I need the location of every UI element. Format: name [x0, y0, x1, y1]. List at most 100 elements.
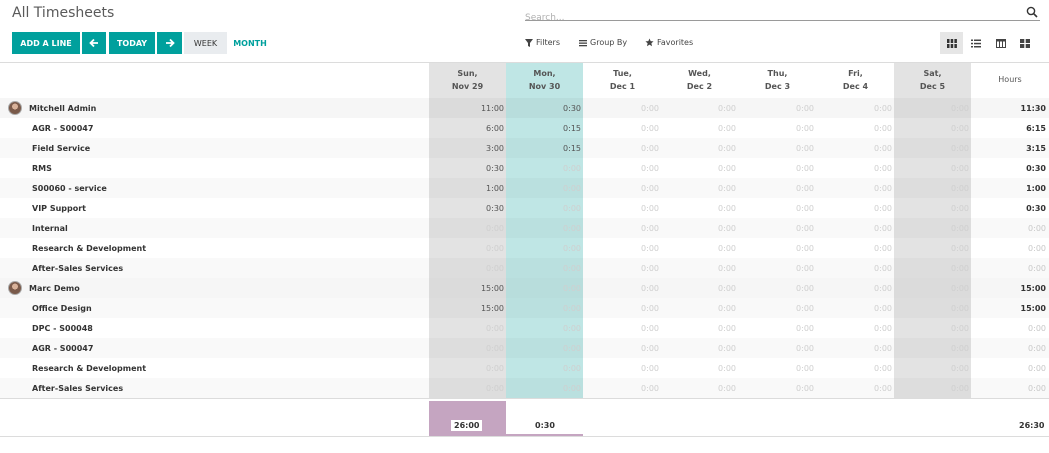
hours-cell[interactable]: 0:00 — [584, 144, 659, 153]
list-view-button[interactable] — [964, 32, 987, 54]
hours-cell[interactable]: 0:00 — [506, 364, 581, 373]
hours-cell[interactable]: 0:00 — [661, 384, 736, 393]
hours-cell[interactable]: 0:00 — [584, 204, 659, 213]
hours-cell[interactable]: 0:00 — [584, 104, 659, 113]
task-row[interactable]: RMS 0:30 0:00 0:00 0:00 0:00 0:00 0:00 0:30 — [0, 158, 1049, 178]
hours-cell[interactable]: 0:00 — [817, 324, 892, 333]
hours-cell[interactable]: 0:00 — [739, 344, 814, 353]
month-view-button[interactable]: MONTH — [229, 32, 271, 54]
hours-cell[interactable]: 0:00 — [817, 384, 892, 393]
hours-cell[interactable]: 0:00 — [894, 264, 969, 273]
hours-cell[interactable]: 0:00 — [817, 264, 892, 273]
filters-button[interactable]: Filters — [525, 38, 560, 47]
hours-cell[interactable]: 0:00 — [661, 284, 736, 293]
hours-cell[interactable]: 0:00 — [817, 364, 892, 373]
hours-cell[interactable]: 0:00 — [506, 384, 581, 393]
kanban-view-button[interactable] — [1013, 32, 1036, 54]
add-line-button[interactable]: ADD A LINE — [12, 32, 80, 54]
hours-cell[interactable]: 0:00 — [584, 184, 659, 193]
hours-cell[interactable]: 11:00 — [429, 104, 504, 113]
hours-cell[interactable]: 0:00 — [817, 204, 892, 213]
hours-cell[interactable]: 0:00 — [506, 204, 581, 213]
hours-cell[interactable]: 0:00 — [894, 304, 969, 313]
hours-cell[interactable]: 0:00 — [817, 124, 892, 133]
hours-cell[interactable]: 0:00 — [661, 104, 736, 113]
hours-cell[interactable]: 6:00 — [429, 124, 504, 133]
hours-cell[interactable]: 0:00 — [739, 384, 814, 393]
week-view-button[interactable]: WEEK — [184, 32, 227, 54]
hours-cell[interactable]: 0:00 — [894, 244, 969, 253]
hours-cell[interactable]: 0:00 — [429, 244, 504, 253]
hours-cell[interactable]: 0:00 — [506, 344, 581, 353]
hours-cell[interactable]: 0:30 — [506, 104, 581, 113]
hours-cell[interactable]: 0:00 — [817, 244, 892, 253]
hours-cell[interactable]: 0:00 — [817, 104, 892, 113]
hours-cell[interactable]: 0:00 — [894, 104, 969, 113]
hours-cell[interactable]: 0:00 — [739, 164, 814, 173]
hours-cell[interactable]: 0:00 — [584, 264, 659, 273]
hours-cell[interactable]: 0:00 — [661, 124, 736, 133]
task-row[interactable]: Office Design 15:00 0:00 0:00 0:00 0:00 0:00 0:… — [0, 298, 1049, 318]
hours-cell[interactable]: 0:00 — [584, 224, 659, 233]
hours-cell[interactable]: 0:00 — [894, 324, 969, 333]
hours-cell[interactable]: 3:00 — [429, 144, 504, 153]
hours-cell[interactable]: 0:00 — [506, 264, 581, 273]
hours-cell[interactable]: 0:00 — [894, 164, 969, 173]
hours-cell[interactable]: 0:00 — [429, 384, 504, 393]
hours-cell[interactable]: 0:15 — [506, 144, 581, 153]
hours-cell[interactable]: 0:00 — [817, 284, 892, 293]
task-row[interactable]: AGR - S00047 0:00 0:00 0:00 0:00 0:00 0:00 0:00… — [0, 338, 1049, 358]
next-button[interactable] — [157, 32, 182, 54]
hours-cell[interactable]: 0:00 — [817, 184, 892, 193]
grid-view-button[interactable] — [940, 32, 963, 54]
employee-group-row[interactable]: Marc Demo 15:00 0:00 0:00 0:00 0:00 0:00 0:00 15… — [0, 278, 1049, 298]
hours-cell[interactable]: 0:00 — [739, 264, 814, 273]
hours-cell[interactable]: 0:00 — [661, 144, 736, 153]
hours-cell[interactable]: 0:00 — [506, 324, 581, 333]
hours-cell[interactable]: 0:00 — [506, 244, 581, 253]
hours-cell[interactable]: 0:00 — [739, 364, 814, 373]
hours-cell[interactable]: 0:00 — [739, 284, 814, 293]
hours-cell[interactable]: 0:00 — [739, 124, 814, 133]
hours-cell[interactable]: 0:00 — [661, 264, 736, 273]
hours-cell[interactable]: 0:00 — [429, 324, 504, 333]
hours-cell[interactable]: 0:00 — [584, 384, 659, 393]
hours-cell[interactable]: 0:00 — [584, 364, 659, 373]
hours-cell[interactable]: 0:00 — [584, 164, 659, 173]
today-button[interactable]: TODAY — [109, 32, 155, 54]
previous-button[interactable] — [82, 32, 106, 54]
search-input[interactable] — [525, 11, 1015, 25]
hours-cell[interactable]: 0:00 — [506, 284, 581, 293]
hours-cell[interactable]: 0:00 — [739, 104, 814, 113]
hours-cell[interactable]: 0:15 — [506, 124, 581, 133]
hours-cell[interactable]: 0:00 — [429, 364, 504, 373]
hours-cell[interactable]: 0:00 — [817, 144, 892, 153]
hours-cell[interactable]: 0:00 — [661, 164, 736, 173]
task-row[interactable]: Research & Development 0:00 0:00 0:00 0:00 0:… — [0, 358, 1049, 378]
hours-cell[interactable]: 0:00 — [661, 244, 736, 253]
hours-cell[interactable]: 0:00 — [661, 224, 736, 233]
hours-cell[interactable]: 0:00 — [429, 224, 504, 233]
search-icon[interactable] — [1026, 6, 1038, 18]
hours-cell[interactable]: 0:00 — [584, 304, 659, 313]
hours-cell[interactable]: 0:00 — [894, 384, 969, 393]
hours-cell[interactable]: 0:00 — [506, 164, 581, 173]
hours-cell[interactable]: 0:00 — [584, 324, 659, 333]
hours-cell[interactable]: 0:00 — [506, 304, 581, 313]
hours-cell[interactable]: 0:00 — [584, 344, 659, 353]
hours-cell[interactable]: 0:00 — [894, 204, 969, 213]
task-row[interactable]: VIP Support 0:30 0:00 0:00 0:00 0:00 0:00 0:00 0… — [0, 198, 1049, 218]
hours-cell[interactable]: 0:00 — [661, 304, 736, 313]
hours-cell[interactable]: 0:00 — [894, 124, 969, 133]
task-row[interactable]: Field Service 3:00 0:15 0:00 0:00 0:00 0:00 0:0… — [0, 138, 1049, 158]
group-by-button[interactable]: Group By — [579, 38, 627, 47]
hours-cell[interactable]: 0:00 — [429, 264, 504, 273]
task-row[interactable]: After-Sales Services 0:00 0:00 0:00 0:00 0:00… — [0, 378, 1049, 398]
hours-cell[interactable]: 0:00 — [506, 184, 581, 193]
hours-cell[interactable]: 0:00 — [661, 324, 736, 333]
hours-cell[interactable]: 15:00 — [429, 284, 504, 293]
hours-cell[interactable]: 0:00 — [739, 324, 814, 333]
hours-cell[interactable]: 0:00 — [739, 244, 814, 253]
hours-cell[interactable]: 0:00 — [429, 344, 504, 353]
hours-cell[interactable]: 0:00 — [894, 284, 969, 293]
